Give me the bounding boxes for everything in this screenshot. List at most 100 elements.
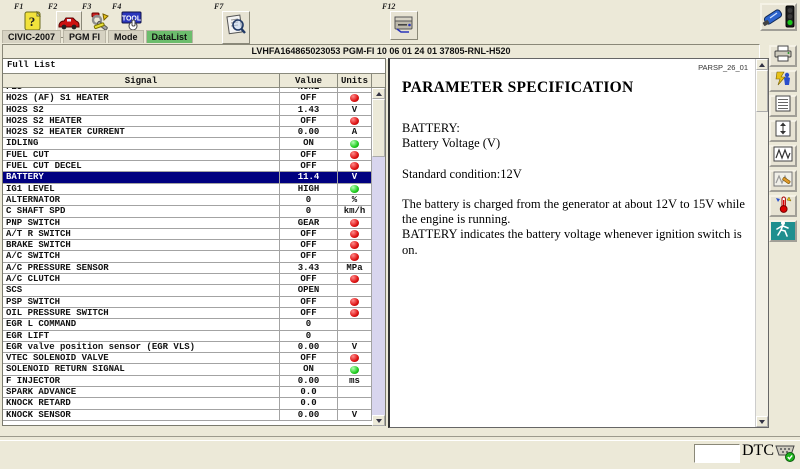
red-status-icon <box>350 219 359 227</box>
thermometer-icon <box>773 195 793 218</box>
tab-mode[interactable]: Mode <box>108 30 144 43</box>
snapshot-button[interactable] <box>769 70 797 92</box>
scrollbar-thumb[interactable] <box>372 99 385 157</box>
table-row[interactable]: IG1 LEVELHIGH <box>3 184 372 195</box>
green-status-icon <box>350 140 359 148</box>
spec-paragraph: The battery is charged from the generato… <box>402 197 746 258</box>
unit-cell <box>338 274 372 284</box>
table-row[interactable]: PNP SWITCHGEAR <box>3 218 372 229</box>
tab-pgm-fi[interactable]: PGM FI <box>63 30 106 43</box>
signal-cell: F INJECTOR <box>3 376 280 386</box>
unit-cell <box>338 285 372 295</box>
spec-scrollbar-thumb[interactable] <box>756 70 768 112</box>
value-cell: OPEN <box>280 285 338 295</box>
table-row[interactable]: HO2S S2 HEATEROFF <box>3 116 372 127</box>
table-row[interactable]: SPARK ADVANCE0.0 <box>3 387 372 398</box>
table-row[interactable]: C SHAFT SPD0km/h <box>3 206 372 217</box>
table-row[interactable]: FUEL CUTOFF <box>3 150 372 161</box>
value-cell: 0 <box>280 331 338 341</box>
tab-datalist[interactable]: DataList <box>146 30 194 43</box>
table-row[interactable]: IDLINGON <box>3 138 372 149</box>
print-button[interactable] <box>769 45 797 67</box>
graph-pencil-icon <box>773 171 793 192</box>
table-row[interactable]: A/C PRESSURE SENSOR3.43MPa <box>3 263 372 274</box>
table-row[interactable]: BRAKE SWITCHOFF <box>3 240 372 251</box>
table-row[interactable]: KNOCK RETARD0.0 <box>3 398 372 409</box>
red-status-icon <box>350 275 359 283</box>
spec-paragraphs: BATTERY: Battery Voltage (V)Standard con… <box>402 121 746 258</box>
table-row[interactable]: HO2S S21.43V <box>3 105 372 116</box>
f7-inspect-button[interactable]: F7 <box>222 2 250 44</box>
unit-cell <box>338 297 372 307</box>
printer-icon <box>773 45 793 67</box>
f12-save-button[interactable]: F12 <box>390 2 418 40</box>
page-scroll-button[interactable] <box>769 120 797 142</box>
scroll-down-button[interactable] <box>372 415 385 426</box>
hds-window: F1 ? F2 F3 F4 TOOL F7 F12 <box>0 0 800 465</box>
table-row[interactable]: EGR L COMMAND0 <box>3 319 372 330</box>
temperature-button[interactable] <box>769 195 797 217</box>
datalist-scrollbar[interactable] <box>372 88 385 426</box>
value-cell: HIGH <box>280 184 338 194</box>
table-row[interactable]: KNOCK SENSOR0.00V <box>3 410 372 421</box>
unit-cell: % <box>338 195 372 205</box>
table-row[interactable]: OIL PRESSURE SWITCHOFF <box>3 308 372 319</box>
value-cell: OFF <box>280 240 338 250</box>
parameter-spec-panel: PARSP_26_01 PARAMETER SPECIFICATION BATT… <box>388 58 769 428</box>
signal-cell: KNOCK RETARD <box>3 398 280 408</box>
table-row[interactable]: FUEL CUT DECELOFF <box>3 161 372 172</box>
spec-paragraph: BATTERY: Battery Voltage (V) <box>402 121 746 152</box>
table-row[interactable]: A/C CLUTCHOFF <box>3 274 372 285</box>
table-row[interactable]: EGR LIFT0 <box>3 331 372 342</box>
svg-text:?: ? <box>29 14 36 29</box>
value-cell: 0.00 <box>280 127 338 137</box>
unit-cell <box>338 387 372 397</box>
tab-civic-2007[interactable]: CIVIC-2007 <box>2 30 61 43</box>
table-row[interactable]: F INJECTOR0.00ms <box>3 376 372 387</box>
value-cell: OFF <box>280 229 338 239</box>
value-cell: ON <box>280 138 338 148</box>
snapshot-icon <box>773 70 793 92</box>
table-row[interactable]: VTEC SOLENOID VALVEOFF <box>3 353 372 364</box>
value-cell: 3.43 <box>280 263 338 273</box>
signal-cell: OIL PRESSURE SWITCH <box>3 308 280 318</box>
dtc-label: DTC <box>742 442 774 460</box>
table-row[interactable]: HO2S (AF) S1 HEATEROFF <box>3 93 372 104</box>
table-row[interactable]: HO2S S2 HEATER CURRENT0.00A <box>3 127 372 138</box>
value-cell: 0.00 <box>280 376 338 386</box>
table-row[interactable]: SCSOPEN <box>3 285 372 296</box>
list-view-button[interactable] <box>769 95 797 117</box>
table-row[interactable]: A/C SWITCHOFF <box>3 251 372 262</box>
unit-cell <box>338 161 372 171</box>
spec-scrollbar[interactable] <box>755 59 768 427</box>
spec-scroll-down-button[interactable] <box>756 416 768 427</box>
signal-cell: ALTERNATOR <box>3 195 280 205</box>
signal-cell: BATTERY <box>3 172 280 182</box>
scroll-up-button[interactable] <box>372 88 385 99</box>
graph-view-button[interactable] <box>769 145 797 167</box>
value-cell: 11.4 <box>280 172 338 182</box>
triangle-up-icon <box>376 92 382 96</box>
signal-cell: IG1 LEVEL <box>3 184 280 194</box>
table-row[interactable]: A/T R SWITCHOFF <box>3 229 372 240</box>
column-header-units: Units <box>338 74 372 87</box>
datalist-table: FESNONEHO2S (AF) S1 HEATEROFFHO2S S21.43… <box>3 88 385 426</box>
graph-edit-button[interactable] <box>769 170 797 192</box>
column-header-signal: Signal <box>3 74 280 87</box>
unit-cell: ms <box>338 376 372 386</box>
unit-cell <box>338 364 372 374</box>
signal-cell: A/C PRESSURE SENSOR <box>3 263 280 273</box>
table-row[interactable]: PSP SWITCHOFF <box>3 297 372 308</box>
red-status-icon <box>350 162 359 170</box>
exit-button[interactable] <box>769 220 797 242</box>
connection-status-button[interactable] <box>760 3 797 31</box>
table-row[interactable]: ALTERNATOR0% <box>3 195 372 206</box>
column-header-filler <box>372 74 385 87</box>
table-row[interactable]: BATTERY11.4V <box>3 172 372 183</box>
table-row[interactable]: EGR valve position sensor (EGR VLS)0.00V <box>3 342 372 353</box>
spec-scroll-up-button[interactable] <box>756 59 768 70</box>
unit-cell: MPa <box>338 263 372 273</box>
value-cell: OFF <box>280 150 338 160</box>
table-row[interactable]: SOLENOID RETURN SIGNALON <box>3 364 372 375</box>
value-cell: 0 <box>280 319 338 329</box>
